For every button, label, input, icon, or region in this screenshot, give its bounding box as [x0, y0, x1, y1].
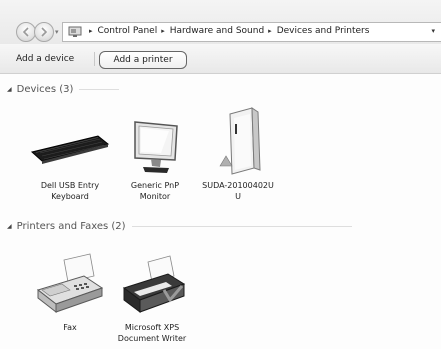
command-bar: Add a device Add a printer: [0, 44, 441, 74]
back-arrow-icon: [22, 27, 29, 37]
breadcrumb-devices-and-printers[interactable]: Devices and Printers: [277, 26, 370, 36]
collapse-triangle-icon: ◢: [7, 223, 12, 230]
device-item-computer[interactable]: SUDA-20100402U U: [196, 104, 280, 202]
breadcrumb: ▸ Control Panel ▸ Hardware and Sound ▸ D…: [85, 26, 369, 36]
device-item-keyboard[interactable]: Dell USB Entry Keyboard: [28, 104, 112, 202]
group-divider: [79, 89, 120, 90]
navigation-bar: ▾ ▸ Control Panel ▸ Hardware and Sound ▸…: [0, 0, 441, 44]
device-label: Dell USB Entry Keyboard: [40, 181, 100, 201]
fax-icon: [36, 253, 104, 314]
group-divider: [131, 226, 352, 227]
printers-group-title: Printers and Faxes (2): [16, 221, 126, 232]
control-panel-icon: [68, 26, 82, 37]
breadcrumb-separator-icon[interactable]: ▸: [161, 27, 165, 35]
device-label: Fax: [63, 323, 77, 332]
breadcrumb-control-panel[interactable]: Control Panel: [98, 26, 158, 36]
breadcrumb-separator-icon[interactable]: ▸: [268, 27, 272, 35]
devices-and-printers-window: ▾ ▸ Control Panel ▸ Hardware and Sound ▸…: [0, 0, 441, 349]
device-item-fax[interactable]: Fax: [28, 246, 112, 333]
recent-pages-dropdown-icon[interactable]: ▾: [55, 28, 59, 36]
content-pane: ◢ Devices (3) Dell USB Entry Keyboard Ge…: [0, 74, 441, 349]
address-dropdown-icon[interactable]: ▾: [431, 27, 435, 35]
breadcrumb-separator-icon[interactable]: ▸: [89, 27, 93, 35]
devices-group-title: Devices (3): [16, 84, 74, 95]
forward-button[interactable]: [34, 22, 54, 42]
collapse-triangle-icon: ◢: [7, 86, 12, 93]
device-item-xps-printer[interactable]: Microsoft XPS Document Writer: [110, 246, 194, 344]
device-item-monitor[interactable]: Generic PnP Monitor: [113, 104, 197, 202]
back-button[interactable]: [16, 22, 36, 42]
breadcrumb-hardware-and-sound[interactable]: Hardware and Sound: [170, 26, 264, 36]
devices-group-header[interactable]: ◢ Devices (3): [7, 84, 120, 95]
add-printer-button[interactable]: Add a printer: [99, 51, 187, 69]
keyboard-icon: [30, 135, 110, 164]
printer-icon: [122, 255, 186, 313]
address-bar[interactable]: ▸ Control Panel ▸ Hardware and Sound ▸ D…: [62, 22, 441, 42]
device-label: Generic PnP Monitor: [130, 181, 180, 201]
printers-group-header[interactable]: ◢ Printers and Faxes (2): [7, 221, 352, 232]
forward-arrow-icon: [41, 27, 48, 37]
monitor-icon: [134, 121, 178, 173]
add-device-button[interactable]: Add a device: [8, 50, 82, 68]
device-label: SUDA-20100402U U: [202, 181, 274, 201]
device-label: Microsoft XPS Document Writer: [117, 323, 187, 343]
computer-tower-icon: [219, 107, 261, 175]
toolbar-divider: [94, 52, 95, 66]
